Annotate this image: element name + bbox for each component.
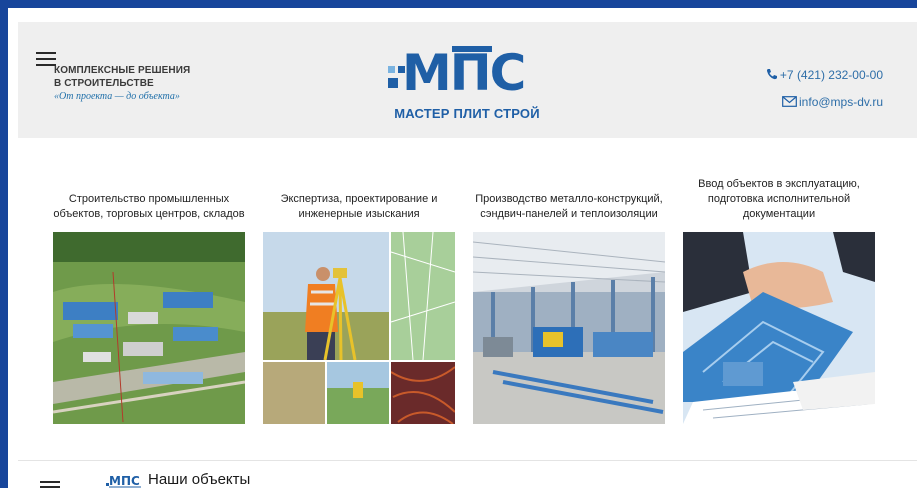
section-title: Наши объекты xyxy=(148,471,251,488)
tagline-line-2: В СТРОИТЕЛЬСТВЕ xyxy=(54,78,154,89)
service-title: Строительство промышленных объектов, тор… xyxy=(53,193,245,220)
industrial-site-photo[interactable] xyxy=(53,232,245,424)
page: КОМПЛЕКСНЫЕ РЕШЕНИЯ В СТРОИТЕЛЬСТВЕ «От … xyxy=(8,8,917,488)
surveyor-photo[interactable] xyxy=(263,232,455,424)
phone-row[interactable]: +7 (421) 232-00-00 xyxy=(766,62,883,89)
service-title: Производство металло-конструкций, сэндви… xyxy=(475,193,663,220)
service-card-production[interactable]: Производство металло-конструкций, сэндви… xyxy=(473,158,665,430)
mail-icon xyxy=(782,90,797,116)
handshake-photo[interactable] xyxy=(683,232,875,424)
email-row[interactable]: info@mps-dv.ru xyxy=(766,89,883,116)
phone-icon xyxy=(766,63,778,89)
service-title: Экспертиза, проектирование и инженерные … xyxy=(280,193,438,220)
services-grid: Строительство промышленных объектов, тор… xyxy=(53,158,883,430)
email-address: info@mps-dv.ru xyxy=(799,94,883,109)
service-card-expertise[interactable]: Экспертиза, проектирование и инженерные … xyxy=(263,158,455,430)
tagline-line-1: КОМПЛЕКСНЫЕ РЕШЕНИЯ xyxy=(54,65,191,76)
company-logo[interactable]: МПС МАСТЕР ПЛИТ СТРОЙ xyxy=(382,40,552,126)
site-header: КОМПЛЕКСНЫЕ РЕШЕНИЯ В СТРОИТЕЛЬСТВЕ «От … xyxy=(18,22,917,138)
logo-subtitle: МАСТЕР ПЛИТ СТРОЙ xyxy=(394,106,540,121)
contacts-block: +7 (421) 232-00-00 info@mps-dv.ru xyxy=(766,62,883,116)
mini-logo-letters: МПС xyxy=(109,474,140,488)
mini-logo[interactable]: МПС xyxy=(106,473,144,488)
phone-number: +7 (421) 232-00-00 xyxy=(779,68,883,82)
service-title: Ввод объектов в эксплуатацию, подготовка… xyxy=(698,178,860,220)
hamburger-menu-icon[interactable] xyxy=(36,52,56,66)
hamburger-menu-icon-bottom[interactable] xyxy=(40,481,60,488)
logo-mark-icon: МПС xyxy=(388,44,526,102)
company-tagline: КОМПЛЕКСНЫЕ РЕШЕНИЯ В СТРОИТЕЛЬСТВЕ «От … xyxy=(54,64,190,103)
tagline-slogan: «От проекта — до объекта» xyxy=(54,91,180,102)
factory-photo[interactable] xyxy=(473,232,665,424)
logo-letters: МПС xyxy=(402,44,524,102)
objects-section-bar: МПС Наши объекты xyxy=(18,460,917,488)
service-card-commissioning[interactable]: Ввод объектов в эксплуатацию, подготовка… xyxy=(683,158,875,430)
service-card-construction[interactable]: Строительство промышленных объектов, тор… xyxy=(53,158,245,430)
